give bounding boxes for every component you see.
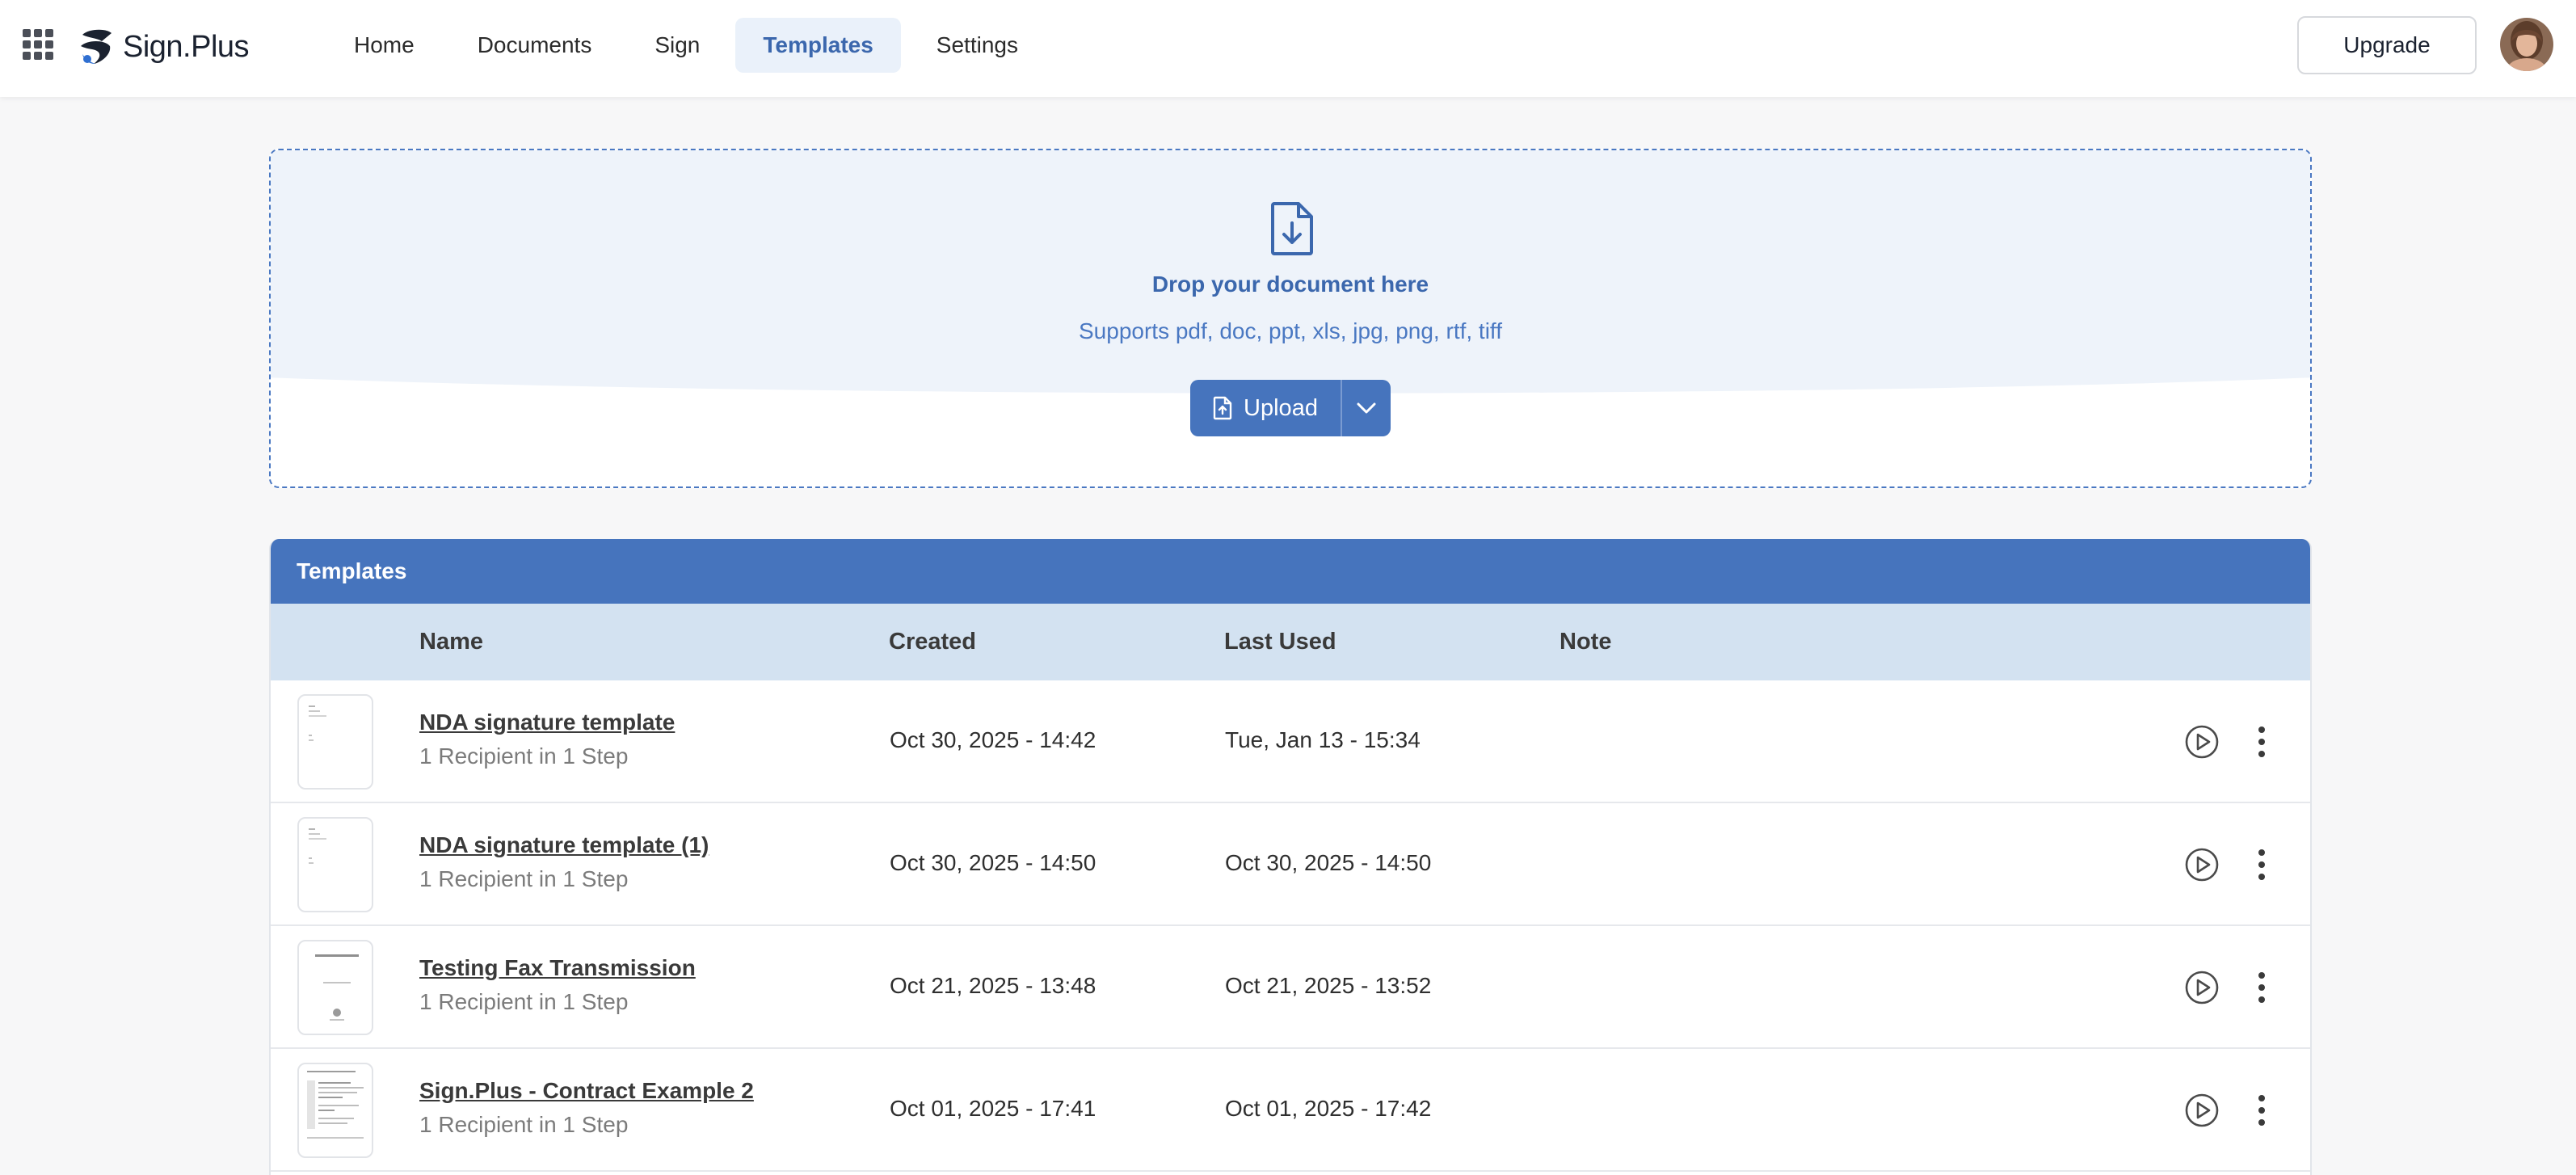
column-header-last-used[interactable]: Last Used xyxy=(1224,604,1336,680)
column-header-name[interactable]: Name xyxy=(419,604,483,680)
template-name-link[interactable]: Testing Fax Transmission xyxy=(419,955,696,981)
brand-logo[interactable]: Sign.Plus xyxy=(78,24,250,69)
document-preview-image xyxy=(315,954,359,1021)
template-thumbnail[interactable] xyxy=(297,817,373,912)
play-circle-icon[interactable] xyxy=(2184,724,2220,760)
template-recipients: 1 Recipient in 1 Step xyxy=(419,743,629,769)
avatar-image xyxy=(2500,18,2553,71)
nav-item-documents[interactable]: Documents xyxy=(450,18,620,73)
file-upload-icon xyxy=(1213,396,1232,420)
document-preview-image xyxy=(309,828,326,864)
upload-button[interactable]: Upload xyxy=(1190,380,1341,436)
template-thumbnail[interactable] xyxy=(297,1063,373,1158)
top-navigation-bar: Sign.Plus Home Documents Sign Templates … xyxy=(0,0,2576,97)
document-preview-image xyxy=(307,1071,364,1139)
template-created-date: Oct 30, 2025 - 14:42 xyxy=(890,727,1096,752)
table-row[interactable]: NDA signature template 1 Recipient in 1 … xyxy=(271,680,2310,803)
dropzone-title: Drop your document here xyxy=(1151,272,1429,297)
template-last-used-date: Oct 30, 2025 - 14:50 xyxy=(1225,850,1432,875)
more-vertical-icon[interactable] xyxy=(2252,970,2271,1005)
nav-item-home[interactable]: Home xyxy=(326,18,442,73)
chevron-down-icon xyxy=(1357,402,1376,414)
column-header-note[interactable]: Note xyxy=(1559,604,1611,680)
main-nav: Home Documents Sign Templates Settings xyxy=(326,18,1054,73)
template-thumbnail[interactable] xyxy=(297,694,373,790)
template-created-date: Oct 30, 2025 - 14:50 xyxy=(890,850,1096,875)
template-name-link[interactable]: NDA signature template (1) xyxy=(419,832,709,858)
column-header-created[interactable]: Created xyxy=(889,604,976,680)
grid-icon[interactable] xyxy=(23,29,53,60)
brand-name: Sign.Plus xyxy=(123,29,250,64)
upgrade-button[interactable]: Upgrade xyxy=(2297,16,2477,74)
table-row[interactable]: Sign.Plus - Contract Example 2 1 Recipie… xyxy=(271,1049,2310,1172)
more-vertical-icon[interactable] xyxy=(2252,847,2271,882)
table-header-row: Name Created Last Used Note xyxy=(271,604,2310,680)
template-last-used-date: Oct 21, 2025 - 13:52 xyxy=(1225,973,1432,998)
template-last-used-date: Tue, Jan 13 - 15:34 xyxy=(1225,727,1421,752)
user-avatar[interactable] xyxy=(2500,18,2553,71)
document-download-icon xyxy=(1271,202,1313,255)
dropzone-supported-formats: Supports pdf, doc, ppt, xls, jpg, png, r… xyxy=(1079,318,1502,343)
play-circle-icon[interactable] xyxy=(2184,1093,2220,1128)
nav-item-sign[interactable]: Sign xyxy=(627,18,727,73)
nav-item-templates[interactable]: Templates xyxy=(735,18,901,73)
more-vertical-icon[interactable] xyxy=(2252,1093,2271,1128)
sign-plus-logo-icon xyxy=(81,29,112,64)
template-name-link[interactable]: Sign.Plus - Contract Example 2 xyxy=(419,1078,754,1104)
upload-split-button: Upload xyxy=(1190,380,1391,436)
template-recipients: 1 Recipient in 1 Step xyxy=(419,866,629,891)
templates-table: Templates Name Created Last Used Note ND… xyxy=(269,539,2312,1175)
nav-item-settings[interactable]: Settings xyxy=(909,18,1046,73)
play-circle-icon[interactable] xyxy=(2184,970,2220,1005)
document-dropzone[interactable]: Drop your document here Supports pdf, do… xyxy=(269,149,2312,488)
upload-button-label: Upload xyxy=(1244,394,1318,421)
more-vertical-icon[interactable] xyxy=(2252,724,2271,760)
template-recipients: 1 Recipient in 1 Step xyxy=(419,1112,629,1137)
upload-options-button[interactable] xyxy=(1342,380,1391,436)
document-preview-image xyxy=(309,705,326,741)
table-row[interactable]: NDA signature template (1) 1 Recipient i… xyxy=(271,803,2310,926)
template-created-date: Oct 21, 2025 - 13:48 xyxy=(890,973,1096,998)
template-created-date: Oct 01, 2025 - 17:41 xyxy=(890,1096,1096,1121)
template-name-link[interactable]: NDA signature template xyxy=(419,710,675,735)
play-circle-icon[interactable] xyxy=(2184,847,2220,882)
template-recipients: 1 Recipient in 1 Step xyxy=(419,989,629,1014)
table-row[interactable]: Testing Fax Transmission 1 Recipient in … xyxy=(271,926,2310,1049)
templates-table-title: Templates xyxy=(271,539,2310,604)
template-thumbnail[interactable] xyxy=(297,940,373,1035)
template-last-used-date: Oct 01, 2025 - 17:42 xyxy=(1225,1096,1432,1121)
